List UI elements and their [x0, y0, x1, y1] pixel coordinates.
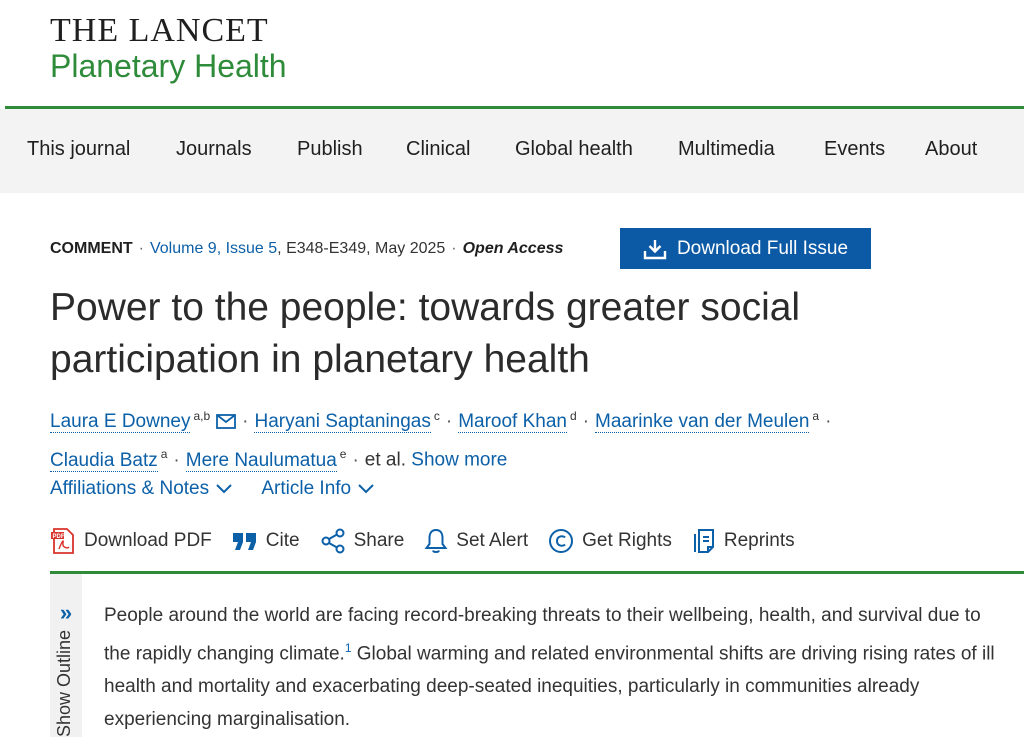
set-alert-label: Set Alert [456, 530, 529, 551]
cite-label: Cite [265, 530, 300, 551]
article-info-label: Article Info [261, 478, 352, 499]
content-divider [50, 571, 1024, 574]
nav-events[interactable]: Events [824, 138, 885, 161]
show-more-authors-link[interactable]: Show more [411, 450, 507, 471]
article-type: COMMENT [50, 240, 133, 257]
svg-text:PDF: PDF [53, 534, 65, 540]
journal-logo-line1[interactable]: THE LANCET [50, 12, 269, 50]
share-icon [321, 528, 345, 554]
main-nav: This journal Journals Publish Clinical G… [0, 109, 1024, 193]
article-meta: COMMENT · Volume 9, Issue 5, E348-E349, Ma… [50, 240, 564, 257]
nav-about[interactable]: About [925, 138, 977, 161]
et-al: et al. [364, 449, 406, 471]
nav-journals[interactable]: Journals [176, 138, 252, 161]
download-pdf-label: Download PDF [84, 530, 212, 551]
nav-clinical[interactable]: Clinical [406, 138, 470, 161]
double-chevron-right-icon[interactable]: » [50, 600, 82, 626]
affiliation-marker[interactable]: a [161, 447, 168, 461]
article-title: Power to the people: towards greater soc… [50, 286, 801, 381]
journal-logo-line2[interactable]: Planetary Health [50, 48, 287, 85]
nav-global-health[interactable]: Global health [515, 138, 633, 161]
download-pdf-button[interactable]: PDF Download PDF [50, 527, 212, 555]
author-link[interactable]: Mere Naulumatua [185, 449, 337, 472]
author-link[interactable]: Maarinke van der Meulen [595, 411, 810, 434]
author-link[interactable]: Claudia Batz [50, 449, 158, 472]
nav-publish[interactable]: Publish [297, 138, 363, 161]
pages-date: , E348-E349, May 2025 [277, 240, 446, 257]
download-full-issue-button[interactable]: Download Full Issue [620, 228, 871, 269]
volume-issue-link[interactable]: Volume 9, Issue 5 [150, 240, 277, 257]
download-icon [643, 239, 667, 259]
affiliation-marker[interactable]: e [340, 447, 347, 461]
affiliation-marker[interactable]: a [812, 409, 819, 423]
set-alert-button[interactable]: Set Alert [424, 528, 528, 554]
get-rights-button[interactable]: Get Rights [548, 528, 672, 554]
affiliation-marker[interactable]: a,b [193, 409, 210, 423]
author-list: Laura E Downey a,b · Haryani Saptaningas c · M… [50, 409, 832, 472]
chevron-down-icon [358, 484, 374, 494]
get-rights-label: Get Rights [582, 530, 672, 551]
article-info-toggle[interactable]: Article Info [261, 478, 375, 499]
affiliations-notes-label: Affiliations & Notes [50, 478, 210, 499]
email-icon[interactable] [216, 414, 237, 430]
affiliation-marker[interactable]: d [570, 409, 577, 423]
nav-this-journal[interactable]: This journal [27, 138, 130, 161]
copyright-icon [549, 529, 574, 553]
download-full-issue-label: Download Full Issue [676, 237, 849, 259]
quote-icon [232, 533, 256, 550]
reprints-button[interactable]: Reprints [692, 528, 795, 554]
cite-button[interactable]: Cite [232, 530, 300, 552]
article-toolbar: PDF Download PDF Cite Share Set Alert Ge… [50, 526, 815, 556]
open-access-label: Open Access [462, 240, 564, 257]
show-outline-label[interactable]: Show Outline [54, 630, 75, 737]
chevron-down-icon [216, 484, 232, 494]
author-link[interactable]: Laura E Downey [50, 411, 191, 434]
author-link[interactable]: Maroof Khan [458, 411, 567, 434]
share-button[interactable]: Share [320, 528, 405, 554]
reference-link[interactable]: 1 [345, 641, 352, 655]
article-expanders: Affiliations & Notes Article Info [50, 478, 399, 500]
share-label: Share [353, 530, 405, 551]
reprints-label: Reprints [723, 530, 795, 551]
article-body-paragraph: People around the world are facing recor… [104, 599, 1004, 736]
nav-multimedia[interactable]: Multimedia [678, 138, 775, 161]
author-link[interactable]: Haryani Saptaningas [254, 411, 431, 434]
bell-icon [424, 528, 448, 553]
affiliations-notes-toggle[interactable]: Affiliations & Notes [50, 478, 233, 499]
reprints-icon [693, 529, 714, 553]
pdf-icon: PDF [51, 528, 74, 554]
affiliation-marker[interactable]: c [434, 409, 440, 423]
site-header: THE LANCET Planetary Health [0, 0, 1024, 108]
